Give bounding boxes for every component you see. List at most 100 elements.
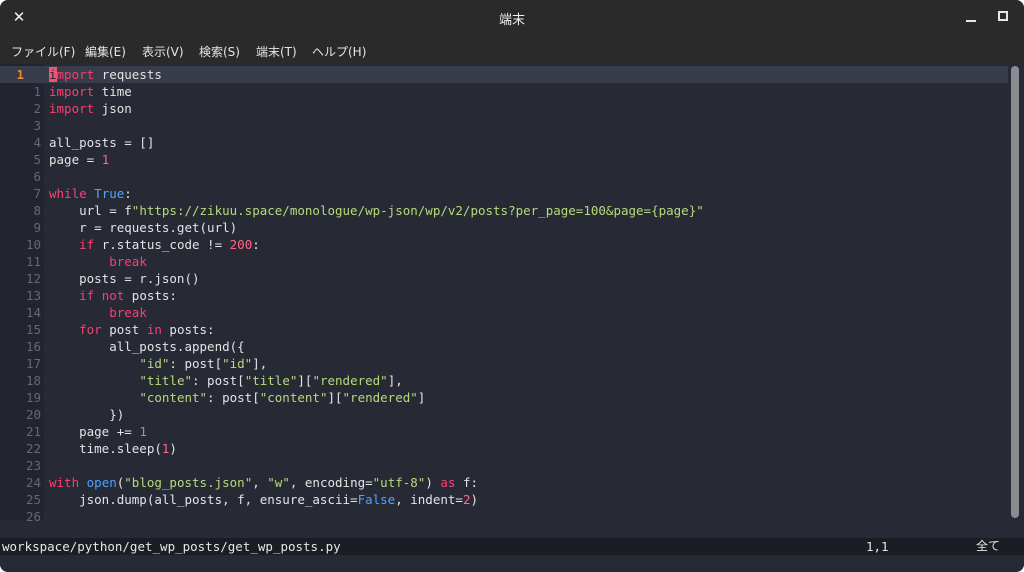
code-token: True [94, 186, 125, 201]
code-line[interactable]: 23 [0, 457, 1008, 474]
code-line[interactable]: 15 for post in posts: [0, 321, 1008, 338]
code-token: all_posts.append({ [49, 339, 245, 354]
code-text: time.sleep(1) [49, 440, 177, 457]
code-token: "rendered" [312, 373, 388, 388]
cursor-position: 1,1 [866, 539, 889, 554]
code-text: import time [49, 83, 132, 100]
code-line[interactable]: 22 time.sleep(1) [0, 440, 1008, 457]
code-line[interactable]: 2 import json [0, 100, 1008, 117]
code-text: posts = r.json() [49, 270, 200, 287]
code-line[interactable]: 10 if r.status_code != 200: [0, 236, 1008, 253]
line-number: 24 [25, 475, 41, 490]
code-token: posts = r.json() [49, 271, 200, 286]
code-line[interactable]: 14 break [0, 304, 1008, 321]
code-line[interactable]: 6 [0, 168, 1008, 185]
code-token: json.dump(all_posts, f, ensure_ascii= [49, 492, 358, 507]
code-token: : [252, 237, 260, 252]
code-line[interactable]: 25 json.dump(all_posts, f, ensure_ascii=… [0, 491, 1008, 508]
code-text: if r.status_code != 200: [49, 236, 260, 253]
code-token: "blog_posts.json" [124, 475, 253, 490]
code-line[interactable]: 21 page += 1 [0, 423, 1008, 440]
code-line[interactable]: 12 posts = r.json() [0, 270, 1008, 287]
status-bar: workspace/python/get_wp_posts/get_wp_pos… [0, 538, 1024, 555]
code-line[interactable]: 24 with open("blog_posts.json", "w", enco… [0, 474, 1008, 491]
line-number: 13 [25, 288, 41, 303]
code-token: : post[ [192, 373, 245, 388]
line-number: 3 [33, 118, 41, 133]
line-number: 14 [25, 305, 41, 320]
code-line[interactable]: 8 url = f"https://zikuu.space/monologue/… [0, 202, 1008, 219]
maximize-icon[interactable] [998, 11, 1008, 21]
code-token: "w" [267, 475, 290, 490]
text-cursor: i [49, 67, 57, 82]
code-line[interactable]: 18 "title": post["title"]["rendered"], [0, 372, 1008, 389]
code-line[interactable]: 5 page = 1 [0, 151, 1008, 168]
code-token: "id" [222, 356, 253, 371]
code-editor[interactable]: 1 import requests 1 import time 2 import json… [0, 64, 1024, 538]
code-line[interactable]: 26 [0, 508, 1008, 525]
code-token: import [49, 101, 95, 116]
minimize-icon[interactable] [964, 7, 978, 25]
code-text: import requests [49, 66, 162, 83]
code-line[interactable]: 17 "id": post["id"], [0, 355, 1008, 372]
line-number: 23 [25, 458, 41, 473]
file-path: workspace/python/get_wp_posts/get_wp_pos… [2, 539, 341, 554]
menu-file[interactable]: ファイル(F) [11, 43, 75, 60]
code-token: posts: [124, 288, 177, 303]
code-token: : post[ [169, 356, 223, 371]
code-text: for post in posts: [49, 321, 214, 338]
menu-edit[interactable]: 編集(E) [85, 43, 126, 60]
code-text: url = f"https://zikuu.space/monologue/wp… [49, 202, 704, 219]
line-number: 15 [25, 322, 41, 337]
code-line[interactable]: 3 [0, 117, 1008, 134]
code-token: requests [94, 67, 162, 82]
code-token: as [440, 475, 456, 490]
code-token: open [86, 475, 117, 490]
line-number: 5 [33, 152, 41, 167]
line-number: 2 [33, 101, 41, 116]
code-token: "content" [259, 390, 328, 405]
line-number: 12 [25, 271, 41, 286]
code-text: "title": post["title"]["rendered"], [49, 372, 402, 389]
code-line[interactable]: 11 break [0, 253, 1008, 270]
code-text: break [49, 253, 147, 270]
line-number: 19 [25, 390, 41, 405]
code-line[interactable]: 20 }) [0, 406, 1008, 423]
code-line[interactable]: 16 all_posts.append({ [0, 338, 1008, 355]
code-token: ][ [297, 373, 313, 388]
code-line[interactable]: 13 if not posts: [0, 287, 1008, 304]
code-text: page = 1 [49, 151, 109, 168]
code-line[interactable]: 7 while True: [0, 185, 1008, 202]
code-line[interactable]: 4 all_posts = [] [0, 134, 1008, 151]
code-line[interactable]: 19 "content": post["content"]["rendered"… [0, 389, 1008, 406]
command-line[interactable] [0, 555, 1024, 572]
code-token: for [79, 322, 102, 337]
code-text: json.dump(all_posts, f, ensure_ascii=Fal… [49, 491, 478, 508]
line-number: 10 [25, 237, 41, 252]
menu-search[interactable]: 検索(S) [199, 43, 240, 60]
window-title: 端末 [498, 13, 525, 28]
code-token: 1 [139, 424, 147, 439]
code-token: 200 [229, 237, 253, 252]
code-token: break [109, 305, 147, 320]
line-number: 17 [25, 356, 41, 371]
menu-terminal[interactable]: 端末(T) [256, 43, 297, 60]
code-token: , encoding= [289, 475, 373, 490]
code-token: time [94, 84, 132, 99]
code-token: ) [169, 441, 177, 456]
scrollbar-thumb[interactable] [1011, 66, 1019, 518]
code-token: "utf-8" [372, 475, 426, 490]
code-token: "https://zikuu.space/monologue/wp-json/w… [131, 203, 704, 218]
current-code-line[interactable]: 1 import requests [0, 66, 1008, 83]
line-number: 11 [25, 254, 41, 269]
title-bar: ✕ 端末 [0, 0, 1024, 36]
code-line[interactable]: 1 import time [0, 83, 1008, 100]
code-line[interactable]: 9 r = requests.get(url) [0, 219, 1008, 236]
menu-view[interactable]: 表示(V) [142, 43, 184, 60]
line-number: 25 [25, 492, 41, 507]
line-number: 1 [16, 67, 24, 82]
menu-help[interactable]: ヘルプ(H) [312, 43, 366, 60]
